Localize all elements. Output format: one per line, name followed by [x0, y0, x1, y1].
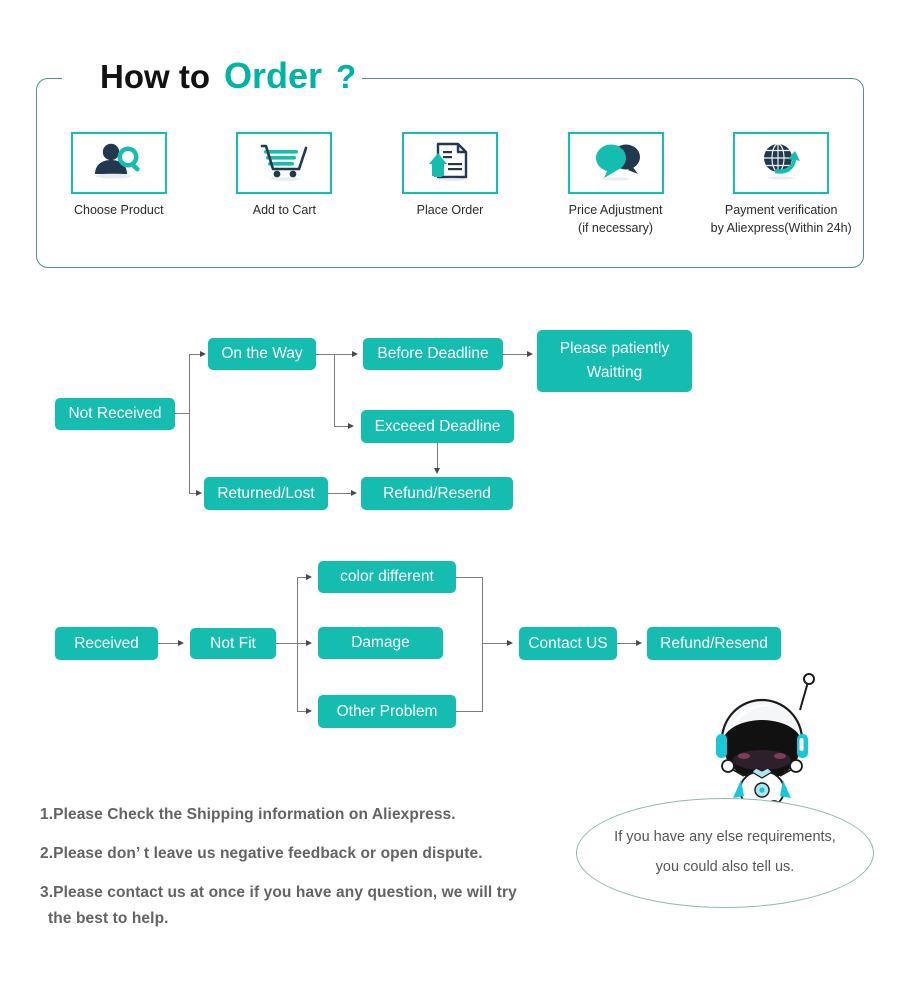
order-step-label-place-order: Place Order — [417, 201, 484, 219]
speech-bubbles-icon — [588, 140, 644, 187]
order-step-label-add-to-cart: Add to Cart — [253, 201, 316, 219]
notes-list: 1.Please Check the Shipping information … — [40, 806, 600, 949]
step-label-sub: (if necessary) — [578, 221, 654, 236]
connector-arrow — [200, 350, 206, 357]
connector-arrow — [507, 639, 513, 646]
requirements-bubble: If you have any else requirements, you c… — [576, 798, 874, 908]
document-upload-icon — [422, 140, 478, 187]
flow-node-on-the-way[interactable]: On the Way — [208, 338, 316, 370]
step-label-text: Price Adjustment — [568, 203, 663, 217]
page-title-part1: How to — [100, 58, 210, 95]
connector-line — [334, 354, 336, 426]
connector-arrow — [178, 639, 184, 646]
connector-line — [503, 354, 528, 356]
connector-line — [437, 443, 439, 469]
connector-line — [189, 354, 191, 494]
connector-arrow — [636, 639, 642, 646]
flow-node-damage[interactable]: Damage — [318, 627, 443, 659]
connector-arrow — [306, 573, 312, 580]
note-item-3-continued: the best to help. — [48, 910, 169, 927]
bubble-line-2: you could also tell us. — [655, 859, 795, 875]
order-step-choose-product: Choose Product — [36, 132, 202, 252]
connector-arrow — [306, 707, 312, 714]
connector-line — [482, 577, 484, 712]
connector-arrow — [352, 350, 358, 357]
order-step-price-adjustment: Price Adjustment (if necessary) — [533, 132, 699, 252]
note-item-3: 3.Please contact us at once if you have … — [40, 884, 517, 901]
step-label-sub: by Aliexpress(Within 24h) — [710, 221, 852, 236]
connector-line — [316, 354, 355, 356]
connector-line — [456, 577, 483, 579]
page-title: How to Order ? — [100, 55, 356, 97]
page-title-part2: Order — [223, 55, 323, 96]
icon-box-add-to-cart — [236, 132, 333, 194]
connector-line — [482, 643, 509, 645]
bubble-line-1: If you have any else requirements, — [614, 829, 836, 846]
icon-box-payment-verification — [733, 132, 830, 194]
order-step-payment-verification: Payment verification by Aliexpress(Withi… — [698, 132, 864, 252]
order-steps-list: Choose Product Add to Cart Place Order P… — [36, 132, 864, 252]
icon-box-choose-product — [70, 132, 167, 194]
flow-node-refund-resend-1[interactable]: Refund/Resend — [361, 477, 513, 510]
icon-box-price-adjustment — [567, 132, 664, 194]
step-label-text: Place Order — [416, 203, 484, 217]
flow-node-color-different[interactable]: color different — [318, 561, 456, 593]
step-label-text: Choose Product — [73, 203, 164, 217]
order-step-add-to-cart: Add to Cart — [202, 132, 368, 252]
icon-box-place-order — [401, 132, 498, 194]
flow-node-other-problem[interactable]: Other Problem — [318, 695, 456, 728]
connector-arrow — [306, 639, 312, 646]
step-label-text: Payment verification — [724, 203, 838, 217]
order-step-label-choose-product: Choose Product — [74, 201, 164, 219]
flow-node-before-deadline[interactable]: Before Deadline — [363, 338, 503, 370]
flow-node-line2: Waitting — [586, 364, 643, 381]
connector-arrow — [196, 489, 202, 496]
page-title-question-mark: ? — [336, 58, 357, 95]
connector-arrow — [348, 422, 354, 429]
shopping-cart-icon — [256, 140, 312, 187]
connector-line — [276, 643, 298, 645]
connector-line — [158, 643, 180, 645]
connector-line — [175, 413, 190, 415]
connector-line — [328, 493, 353, 495]
flow-node-line1: Please patiently — [559, 339, 670, 357]
order-step-place-order: Place Order — [367, 132, 533, 252]
note-item-2: 2.Please don’ t leave us negative feedba… — [40, 845, 483, 862]
connector-line — [617, 643, 638, 645]
globe-arrow-icon — [753, 140, 809, 187]
page-root: How to Order ? Choose Product Add to Car… — [0, 0, 900, 1000]
order-step-label-payment-verification: Payment verification by Aliexpress(Withi… — [711, 201, 852, 237]
flow-node-returned-lost[interactable]: Returned/Lost — [204, 477, 328, 510]
connector-arrow — [527, 350, 533, 357]
flow-node-refund-resend-2[interactable]: Refund/Resend — [647, 627, 781, 660]
flow-node-contact-us[interactable]: Contact US — [519, 627, 617, 660]
person-search-icon — [91, 140, 147, 187]
connector-arrow — [351, 489, 357, 496]
flow-node-not-fit[interactable]: Not Fit — [190, 628, 276, 659]
connector-arrow — [433, 468, 440, 474]
flow-node-not-received[interactable]: Not Received — [55, 398, 175, 430]
note-item-1: 1.Please Check the Shipping information … — [40, 806, 456, 823]
step-label-text: Add to Cart — [252, 203, 316, 217]
order-step-label-price-adjustment: Price Adjustment (if necessary) — [569, 201, 663, 237]
flow-node-please-patiently-waiting[interactable]: Please patiently Waitting — [537, 330, 692, 392]
flow-node-received[interactable]: Received — [55, 627, 158, 660]
flow-node-exceed-deadline[interactable]: Exceeed Deadline — [361, 410, 514, 443]
connector-line — [456, 711, 483, 713]
